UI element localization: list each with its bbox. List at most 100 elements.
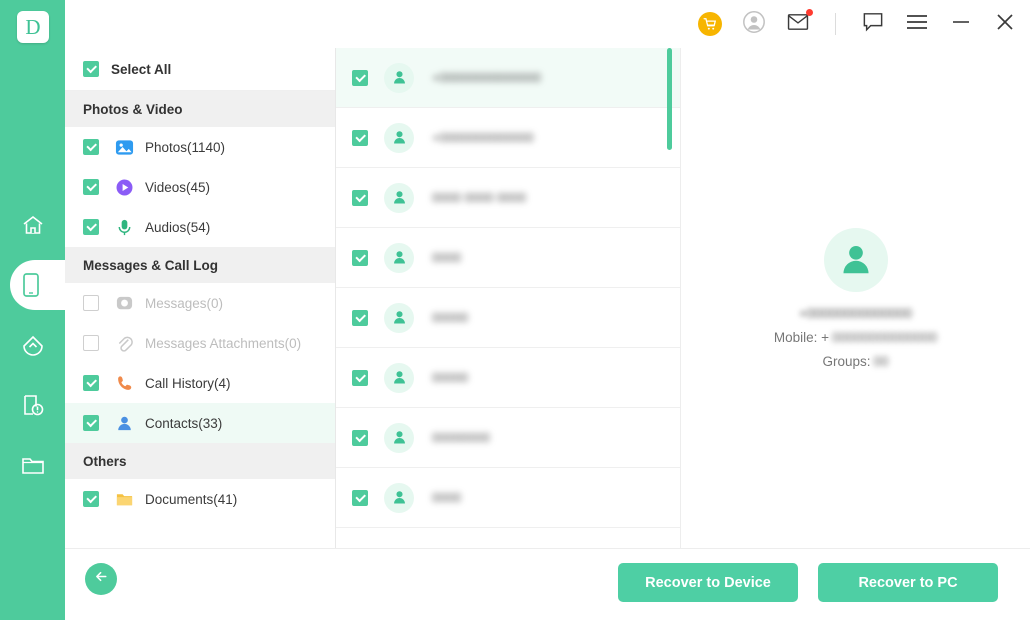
contact-detail-panel: +00000000000000 Mobile: + 00000000000000… <box>681 48 1030 548</box>
sidebar-item-documents[interactable]: Documents(41) <box>65 479 335 519</box>
avatar <box>384 362 414 393</box>
account-button[interactable] <box>741 10 767 39</box>
avatar <box>384 302 414 333</box>
account-icon <box>742 10 766 39</box>
row-checkbox[interactable] <box>352 429 368 446</box>
messages-label: Messages(0) <box>145 295 224 311</box>
app-logo: D <box>17 11 49 43</box>
home-icon <box>21 213 45 237</box>
minimize-button[interactable] <box>948 11 974 37</box>
rail-item-folder[interactable] <box>0 435 65 495</box>
call-history-label: Call History(4) <box>145 375 231 391</box>
contact-name: 0000 <box>432 250 461 265</box>
contact-name: +00000000000000 <box>432 70 541 85</box>
row-checkbox[interactable] <box>352 489 368 506</box>
detail-groups-value: 00 <box>873 353 889 369</box>
title-bar-actions <box>697 0 1018 48</box>
sidebar-item-audios[interactable]: Audios(54) <box>65 207 335 247</box>
table-row[interactable]: 00000 <box>336 348 680 408</box>
detail-groups-row: Groups: 00 <box>822 354 888 369</box>
broken-device-icon <box>21 393 45 417</box>
feedback-icon <box>862 12 884 37</box>
audio-icon <box>113 216 135 238</box>
sidebar-item-messages-attachments[interactable]: Messages Attachments(0) <box>65 323 335 363</box>
messages-attachments-label: Messages Attachments(0) <box>145 335 302 351</box>
avatar <box>384 242 414 273</box>
row-checkbox[interactable] <box>352 249 368 266</box>
photos-checkbox[interactable] <box>83 139 99 155</box>
select-all-checkbox[interactable] <box>83 61 99 77</box>
photo-icon <box>113 136 135 158</box>
avatar <box>384 62 414 93</box>
mail-unread-badge <box>806 9 813 16</box>
rail-item-broken-device[interactable] <box>0 375 65 435</box>
close-button[interactable] <box>992 11 1018 37</box>
row-checkbox[interactable] <box>352 69 368 86</box>
group-header-messages-call-log: Messages & Call Log <box>65 247 335 283</box>
recover-to-device-button[interactable]: Recover to Device <box>618 563 798 602</box>
group-header-others: Others <box>65 443 335 479</box>
audios-checkbox[interactable] <box>83 219 99 235</box>
sidebar-item-contacts[interactable]: Contacts(33) <box>65 403 335 443</box>
call-history-checkbox[interactable] <box>83 375 99 391</box>
document-icon <box>113 488 135 510</box>
table-row[interactable]: 0000 <box>336 228 680 288</box>
close-icon <box>996 13 1014 36</box>
left-nav-rail: D <box>0 0 80 620</box>
documents-checkbox[interactable] <box>83 491 99 507</box>
list-scrollbar[interactable] <box>667 48 676 548</box>
minimize-icon <box>951 15 971 33</box>
detail-mobile-row: Mobile: + 00000000000000 <box>774 330 937 345</box>
contacts-checkbox[interactable] <box>83 415 99 431</box>
contact-name: 0000 <box>432 490 461 505</box>
avatar <box>384 182 414 213</box>
rail-item-cloud[interactable] <box>0 315 65 375</box>
back-button[interactable] <box>85 563 117 595</box>
scrollbar-thumb[interactable] <box>667 48 672 150</box>
table-row[interactable]: 00000 <box>336 288 680 348</box>
row-checkbox[interactable] <box>352 129 368 146</box>
bottom-action-bar: Recover to Device Recover to PC <box>65 548 1030 620</box>
avatar <box>384 122 414 153</box>
recover-buttons: Recover to Device Recover to PC <box>618 563 998 602</box>
table-row[interactable]: +0000000000000 <box>336 108 680 168</box>
table-row[interactable]: 00000000 <box>336 408 680 468</box>
contacts-label: Contacts(33) <box>145 415 223 431</box>
sidebar-item-call-history[interactable]: Call History(4) <box>65 363 335 403</box>
cart-button[interactable] <box>697 11 723 37</box>
cart-icon <box>698 12 722 36</box>
contact-name: 0000 0000 0000 <box>432 190 526 205</box>
videos-checkbox[interactable] <box>83 179 99 195</box>
table-row[interactable]: +00000000000000 <box>336 48 680 108</box>
select-all-row[interactable]: Select All <box>65 48 335 91</box>
menu-icon <box>906 14 928 35</box>
call-icon <box>113 372 135 394</box>
select-all-label: Select All <box>111 61 172 77</box>
rail-item-list <box>0 195 80 495</box>
menu-button[interactable] <box>904 11 930 37</box>
documents-label: Documents(41) <box>145 491 238 507</box>
toolbar-divider <box>835 13 836 35</box>
row-checkbox[interactable] <box>352 369 368 386</box>
mail-icon <box>787 13 809 36</box>
messages-checkbox[interactable] <box>83 295 99 311</box>
rail-item-home[interactable] <box>0 195 65 255</box>
contact-name: 00000 <box>432 310 469 325</box>
sidebar-item-videos[interactable]: Videos(45) <box>65 167 335 207</box>
rail-item-device[interactable] <box>0 255 80 315</box>
messages-attachments-checkbox[interactable] <box>83 335 99 351</box>
sidebar-item-photos[interactable]: Photos(1140) <box>65 127 335 167</box>
application-window: D Search Select All Photos & Video Photo… <box>0 0 1030 620</box>
mail-button[interactable] <box>785 9 813 37</box>
folder-icon <box>21 454 45 476</box>
contact-name: 00000 <box>432 370 469 385</box>
sidebar-item-messages[interactable]: Messages(0) <box>65 283 335 323</box>
table-row[interactable]: 0000 0000 0000 <box>336 168 680 228</box>
title-bar <box>65 0 1030 48</box>
feedback-button[interactable] <box>860 11 886 37</box>
row-checkbox[interactable] <box>352 189 368 206</box>
recover-to-pc-button[interactable]: Recover to PC <box>818 563 998 602</box>
arrow-left-icon <box>93 568 110 590</box>
table-row[interactable]: 0000 <box>336 468 680 528</box>
row-checkbox[interactable] <box>352 309 368 326</box>
